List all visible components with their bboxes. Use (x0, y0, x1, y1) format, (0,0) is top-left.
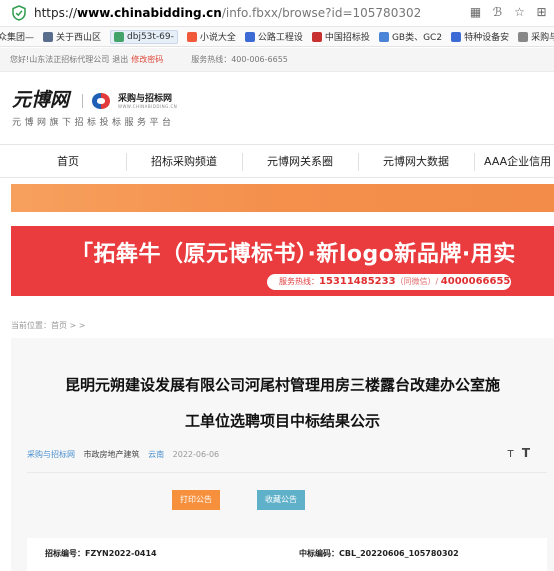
site-logo-icon (311, 31, 322, 42)
source-link[interactable]: 采购与招标网 (27, 450, 75, 459)
main-nav: 首页 招标采购频道 元博网关系圈 元博网大数据 AAA企业信用 (0, 144, 554, 178)
promo-strip[interactable] (11, 184, 554, 212)
security-shield-icon (12, 5, 26, 21)
logout-link[interactable]: 退出 (112, 54, 128, 65)
document-icon (378, 31, 389, 42)
nav-divider (358, 153, 359, 171)
tab-bidding-channel[interactable]: 招标采购频道 (136, 145, 232, 178)
address-bar[interactable]: https://www.chinabidding.cn/info.fbxx/br… (0, 0, 554, 27)
promo-banner[interactable]: 「拓犇牛（原元博标书）·新logo新品牌·用实 服务热线：15311485233… (11, 226, 554, 296)
paw-icon (244, 31, 255, 42)
tab-credit[interactable]: AAA企业信用 (484, 145, 554, 178)
font-small-button[interactable]: T (508, 449, 514, 460)
winner-code: 中标编码：CBL_20220606_105780302 (299, 549, 459, 558)
chinabidding-logo-title: 采购与招标网 (118, 94, 173, 104)
bookmark-item[interactable]: GB类、GC2 (378, 30, 442, 43)
change-password-link[interactable]: 修改密码 (131, 54, 163, 65)
article-card: 昆明元朔建设发展有限公司河尾村管理用房三楼露台改建办公室施 工单位选聘项目中标结… (11, 338, 554, 571)
document-icon (43, 31, 54, 42)
tab-home[interactable]: 首页 (32, 145, 104, 178)
nav-divider (242, 153, 243, 171)
tab-relationship-circle[interactable]: 元博网关系圈 (252, 145, 348, 178)
grid-icon[interactable]: ▦ (469, 6, 482, 19)
publish-date: 2022-06-06 (172, 450, 220, 459)
yuanbo-logo[interactable]: 元博网 (12, 86, 84, 112)
article-meta: 采购与招标网 市政房地产建筑 云南 2022-06-06 (27, 449, 219, 460)
welcome-text: 您好!山东法正招标代理公司 (10, 55, 110, 64)
service-hotline: 服务热线：400-006-6655 (191, 55, 288, 64)
book-icon (186, 31, 197, 42)
bid-number: 招标编号：FZYN2022-0414 (45, 549, 157, 558)
bookmark-item[interactable]: dbj53t-69- (110, 29, 178, 44)
svg-text:元博网: 元博网 (12, 89, 72, 111)
banner-headline: 「拓犇牛（原元博标书）·新logo新品牌·用实 (71, 242, 516, 267)
bookmark-item[interactable]: 小说大全 (186, 30, 236, 43)
article-title-line1: 昆明元朔建设发展有限公司河尾村管理用房三楼露台改建办公室施 (64, 376, 500, 394)
print-button[interactable]: 打印公告 (172, 490, 220, 510)
banner-hotline: 服务热线：15311485233（同微信）/ 4000066655 (267, 274, 511, 290)
tab-big-data[interactable]: 元博网大数据 (368, 145, 464, 178)
site-slogan: 元博网旗下招标投标服务平台 (12, 118, 175, 128)
reader-icon[interactable]: ℬ (491, 6, 504, 19)
chinabidding-logo-sub: WWW.CHINABIDDING.CN (118, 104, 178, 109)
site-logo-icon (518, 31, 529, 42)
font-large-button[interactable]: T (522, 446, 530, 460)
meta-divider (27, 472, 547, 473)
region-link[interactable]: 云南 (148, 450, 164, 459)
article-title-line2: 工单位选聘项目中标结果公示 (184, 412, 380, 430)
user-info-bar: 您好!山东法正招标代理公司 退出 修改密码 服务热线：400-006-6655 (0, 48, 554, 72)
logo-divider (82, 94, 83, 108)
nav-divider (126, 153, 127, 171)
favorite-button[interactable]: 收藏公告 (257, 490, 305, 510)
bookmark-item[interactable]: 众集团— (0, 30, 34, 43)
spreadsheet-icon (114, 31, 125, 42)
bookmark-item[interactable]: 关于西山区 (43, 30, 101, 43)
bookmark-item[interactable]: 特种设备安 (451, 30, 509, 43)
nav-divider (474, 153, 475, 171)
breadcrumb[interactable]: 当前位置：首页 > > (11, 320, 86, 331)
url-text[interactable]: https://www.chinabidding.cn/info.fbxx/br… (34, 6, 421, 20)
bookmark-item[interactable]: 采购与招标 (518, 30, 554, 43)
font-size-controls: T T (508, 446, 530, 460)
bid-info-panel: 招标编号：FZYN2022-0414 中标编码：CBL_20220606_105… (27, 538, 547, 571)
favorite-icon[interactable]: ☆ (513, 6, 526, 19)
extensions-icon[interactable]: ⊞ (535, 6, 548, 19)
site-header: 元博网 采购与招标网 WWW.CHINABIDDING.CN 元博网旗下招标投标… (0, 72, 554, 144)
bookmark-item[interactable]: 公路工程设 (244, 30, 303, 43)
bookmarks-bar: 众集团— 关于西山区 dbj53t-69- 小说大全 公路工程设 中国招标投 G… (0, 27, 554, 47)
paw-icon (451, 31, 462, 42)
bookmark-item[interactable]: 中国招标投 (311, 30, 370, 43)
chinabidding-logo-icon[interactable] (90, 92, 112, 110)
category-text: 市政房地产建筑 (83, 450, 140, 459)
